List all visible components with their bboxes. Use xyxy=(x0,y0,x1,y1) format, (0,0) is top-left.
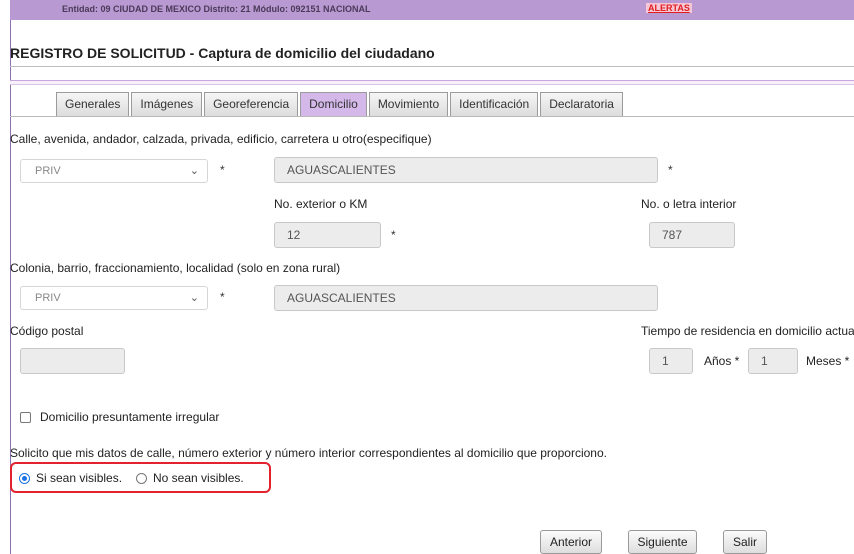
tab-domicilio[interactable]: Domicilio xyxy=(300,92,367,116)
street-type-value: PRIV xyxy=(35,165,61,177)
months-label: Meses * xyxy=(806,354,850,368)
visible-option-label: Si sean visibles. xyxy=(36,471,123,485)
street-section-label: Calle, avenida, andador, calzada, privad… xyxy=(10,132,432,146)
visibility-question: Solicito que mis datos de calle, número … xyxy=(10,446,607,460)
colonia-type-value: PRIV xyxy=(35,292,61,304)
years-input[interactable]: 1 xyxy=(649,348,693,374)
tab-divider xyxy=(10,116,854,117)
alerts-link[interactable]: ALERTAS xyxy=(646,3,692,13)
irregular-label: Domicilio presuntamente irregular xyxy=(40,410,220,424)
colonia-type-select[interactable]: PRIV ⌄ xyxy=(20,286,208,310)
years-label: Años * xyxy=(704,354,740,368)
residence-time-label: Tiempo de residencia en domicilio actua xyxy=(641,324,854,338)
chevron-down-icon: ⌄ xyxy=(189,165,199,177)
colonia-section-label: Colonia, barrio, fraccionamiento, locali… xyxy=(10,261,341,275)
tab-imagenes[interactable]: Imágenes xyxy=(131,92,203,116)
street-name-input[interactable]: AGUASCALIENTES xyxy=(274,157,658,183)
tab-bar: Generales Imágenes Georeferencia Domicil… xyxy=(56,92,625,116)
not-visible-radio[interactable] xyxy=(136,473,147,484)
tab-identificacion[interactable]: Identificación xyxy=(450,92,539,116)
int-number-input[interactable]: 787 xyxy=(649,222,735,248)
top-info-bar: Entidad: 09 CIUDAD DE MEXICO Distrito: 2… xyxy=(10,0,854,20)
int-number-label: No. o letra interior xyxy=(641,197,737,211)
chevron-down-icon: ⌄ xyxy=(189,292,199,304)
ext-number-input[interactable]: 12 xyxy=(274,222,381,248)
months-input[interactable]: 1 xyxy=(748,348,798,374)
ext-number-label: No. exterior o KM xyxy=(274,197,368,211)
postal-code-label: Código postal xyxy=(10,324,84,338)
colonia-name-input[interactable]: AGUASCALIENTES xyxy=(274,285,658,311)
irregular-checkbox[interactable] xyxy=(20,412,31,423)
required-mark: * xyxy=(668,163,673,177)
not-visible-option-label: No sean visibles. xyxy=(153,471,244,485)
tab-movimiento[interactable]: Movimiento xyxy=(368,92,449,116)
required-mark: * xyxy=(391,228,396,242)
tab-generales[interactable]: Generales xyxy=(56,92,130,116)
tab-declaratoria[interactable]: Declaratoria xyxy=(540,92,623,116)
title-divider xyxy=(10,66,854,67)
visible-radio[interactable] xyxy=(19,473,30,484)
required-mark: * xyxy=(220,163,225,177)
section-band xyxy=(10,80,854,85)
exit-button[interactable]: Salir xyxy=(723,530,767,554)
street-type-select[interactable]: PRIV ⌄ xyxy=(20,159,208,183)
next-button[interactable]: Siguiente xyxy=(628,530,697,554)
previous-button[interactable]: Anterior xyxy=(540,530,602,554)
entity-info-text: Entidad: 09 CIUDAD DE MEXICO Distrito: 2… xyxy=(62,4,371,14)
tab-georeferencia[interactable]: Georeferencia xyxy=(204,92,299,116)
required-mark: * xyxy=(220,290,225,304)
postal-code-input[interactable] xyxy=(20,348,125,374)
page-title: REGISTRO DE SOLICITUD - Captura de domic… xyxy=(10,45,435,61)
